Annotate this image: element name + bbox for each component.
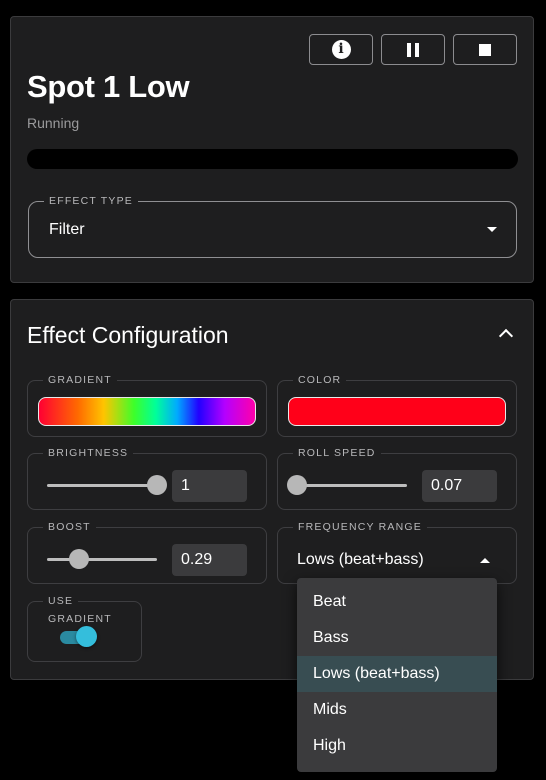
menu-item[interactable]: High xyxy=(297,728,497,764)
boost-slider-thumb[interactable] xyxy=(68,549,89,569)
roll-speed-group: ROLL SPEED 0.07 xyxy=(277,446,517,510)
gradient-toggle-thumb[interactable] xyxy=(76,626,97,647)
color-picker[interactable] xyxy=(288,397,506,426)
gradient-toggle-label: GRADIENT xyxy=(48,613,112,625)
effect-type-value: Filter xyxy=(49,221,85,238)
caret-up-icon xyxy=(480,558,490,563)
pause-button[interactable] xyxy=(381,34,445,65)
roll-speed-slider[interactable] xyxy=(297,484,407,487)
status-text: Running xyxy=(27,115,80,131)
frequency-range-label: FREQUENCY RANGE xyxy=(293,520,427,534)
brightness-group: BRIGHTNESS 1 xyxy=(27,446,267,510)
boost-input[interactable]: 0.29 xyxy=(172,544,247,576)
menu-item[interactable]: Bass xyxy=(297,620,497,656)
brightness-slider[interactable] xyxy=(47,484,157,487)
effect-header-card: i Spot 1 Low Running EFFECT TYPE Filter xyxy=(10,16,534,283)
roll-speed-label: ROLL SPEED xyxy=(293,446,381,460)
frequency-range-menu: Beat Bass Lows (beat+bass) Mids High xyxy=(297,578,497,772)
caret-down-icon xyxy=(487,227,497,232)
roll-speed-input[interactable]: 0.07 xyxy=(422,470,497,502)
page-title: Spot 1 Low xyxy=(27,69,190,104)
frequency-range-select[interactable]: FREQUENCY RANGE Lows (beat+bass) xyxy=(277,520,517,584)
pause-icon xyxy=(407,42,419,57)
boost-slider[interactable] xyxy=(47,558,157,561)
menu-item[interactable]: Mids xyxy=(297,692,497,728)
brightness-label: BRIGHTNESS xyxy=(43,446,134,460)
color-label: COLOR xyxy=(293,373,347,387)
brightness-input[interactable]: 1 xyxy=(172,470,247,502)
frequency-range-value: Lows (beat+bass) xyxy=(297,551,424,568)
section-title: Effect Configuration xyxy=(27,322,229,348)
progress-bar xyxy=(27,149,518,169)
stop-icon xyxy=(479,43,491,56)
chevron-up-icon[interactable] xyxy=(498,328,514,344)
effect-type-label: EFFECT TYPE xyxy=(44,194,138,208)
boost-group: BOOST 0.29 xyxy=(27,520,267,584)
effect-type-select[interactable]: EFFECT TYPE Filter xyxy=(28,194,517,258)
gradient-group: GRADIENT xyxy=(27,373,267,437)
color-group: COLOR xyxy=(277,373,517,437)
info-button[interactable]: i xyxy=(309,34,373,65)
info-icon: i xyxy=(331,40,351,59)
menu-item[interactable]: Lows (beat+bass) xyxy=(297,656,497,692)
roll-speed-slider-thumb[interactable] xyxy=(287,475,307,495)
gradient-label: GRADIENT xyxy=(43,373,117,387)
boost-label: BOOST xyxy=(43,520,96,534)
menu-item[interactable]: Beat xyxy=(297,584,497,620)
use-gradient-group: USE GRADIENT xyxy=(27,594,142,662)
use-label: USE xyxy=(43,594,79,608)
brightness-slider-thumb[interactable] xyxy=(147,475,167,495)
gradient-picker[interactable] xyxy=(38,397,256,426)
stop-button[interactable] xyxy=(453,34,517,65)
